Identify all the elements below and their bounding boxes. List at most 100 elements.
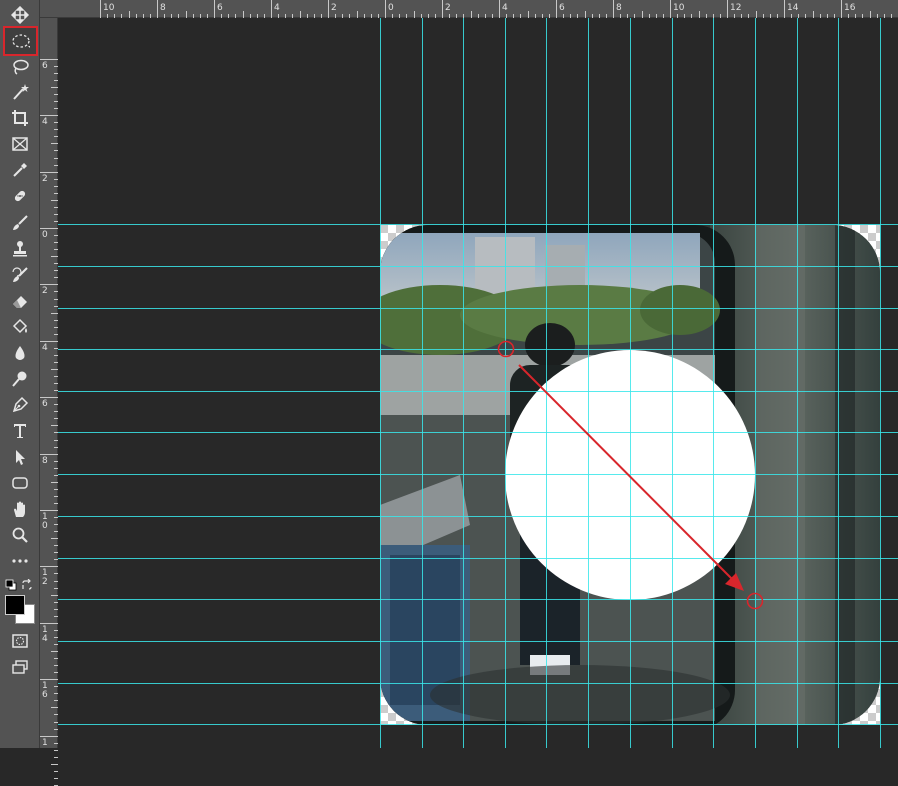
eraser-tool[interactable] [5, 289, 35, 313]
ruler-top-label: 8 [160, 3, 166, 13]
ruler-minor-tick [54, 749, 58, 751]
move-icon [11, 6, 29, 24]
screen-mode-button[interactable] [5, 655, 35, 679]
ruler-minor-tick [51, 369, 58, 370]
ruler-left-label: 4 [42, 117, 48, 128]
ruler-minor-tick [641, 11, 643, 18]
more-tools-button[interactable] [5, 549, 35, 573]
lasso-tool[interactable] [5, 55, 35, 79]
ruler-minor-tick [51, 312, 58, 314]
ruler-left-label: 8 [42, 455, 48, 466]
hand-tool[interactable] [5, 497, 35, 521]
ruler-left-label: 14 [42, 624, 48, 644]
brush-tool[interactable] [5, 211, 35, 235]
ruler-top-label: 10 [103, 3, 115, 13]
ruler-minor-tick [51, 256, 58, 258]
move-tool[interactable] [5, 3, 35, 27]
ruler-major-tick [40, 340, 58, 342]
ruler-top-label: 12 [730, 3, 742, 13]
ruler-major-tick [214, 0, 215, 18]
default-colors-icon [5, 579, 17, 591]
ruler-top-label: 16 [844, 3, 856, 13]
elliptical-marquee-tool[interactable] [3, 26, 38, 56]
ruler-minor-tick [869, 11, 871, 18]
ruler-major-tick [385, 0, 386, 18]
type-tool[interactable] [5, 419, 35, 443]
zoom-tool[interactable] [5, 523, 35, 547]
elliptical-marquee-icon [11, 34, 30, 48]
ruler-major-tick [499, 0, 500, 18]
ruler-left-label: 2 [42, 286, 48, 297]
rounded-rectangle-icon [12, 477, 28, 489]
crop-icon [12, 110, 28, 126]
ruler-top-label: 4 [274, 3, 280, 13]
ruler-minor-tick [185, 11, 187, 18]
ruler-top-label: 6 [559, 3, 565, 13]
ruler-top-label: 2 [331, 3, 337, 13]
ruler-major-tick [40, 679, 58, 681]
drag-end-marker [746, 592, 764, 610]
ruler-major-tick [100, 0, 101, 18]
ruler-left-label: 6 [42, 399, 48, 410]
crop-tool[interactable] [5, 106, 35, 130]
history-brush-tool[interactable] [5, 263, 35, 287]
default-colors-button[interactable] [5, 576, 17, 591]
dodge-tool[interactable] [5, 367, 35, 391]
ruler-minor-tick [51, 425, 58, 427]
ruler-top-label: 2 [445, 3, 451, 13]
path-selection-icon [16, 450, 25, 465]
ruler-left-label: 1 [42, 737, 48, 748]
drag-start-marker [497, 340, 515, 358]
quick-mask-icon [12, 634, 28, 648]
eraser-icon [13, 296, 27, 308]
ruler-minor-tick [242, 11, 244, 18]
drag-annotation [497, 340, 764, 610]
rectangle-tool[interactable] [5, 471, 35, 495]
ruler-major-tick [328, 0, 329, 18]
ruler-top-label: 14 [787, 3, 799, 13]
frame-icon [12, 137, 28, 151]
tools-panel [0, 0, 40, 748]
ruler-minor-tick [51, 594, 58, 596]
ruler-major-tick [271, 0, 272, 18]
more-tools-icon [12, 559, 28, 563]
foreground-color-swatch[interactable] [5, 595, 25, 615]
ruler-major-tick [40, 622, 58, 624]
ruler-minor-tick [698, 11, 700, 18]
healing-brush-tool[interactable] [5, 184, 35, 208]
swap-colors-button[interactable] [21, 576, 33, 590]
paint-bucket-tool[interactable] [5, 315, 35, 339]
ruler-minor-tick [51, 87, 58, 88]
ruler-minor-tick [51, 763, 58, 765]
ruler-minor-tick [356, 11, 358, 18]
clone-stamp-tool[interactable] [5, 237, 35, 261]
ruler-minor-tick [54, 770, 58, 772]
zoom-icon [12, 527, 28, 543]
history-brush-icon [12, 267, 28, 282]
dodge-icon [12, 371, 27, 387]
vertical-ruler[interactable]: 6 4 2 0 2 4 6 8 10 12 14 16 1 [40, 18, 58, 786]
horizontal-ruler[interactable]: 10 8 6 4 2 0 2 4 6 8 10 12 14 16 [40, 0, 898, 18]
brush-icon [13, 215, 28, 230]
ruler-major-tick [442, 0, 443, 18]
ruler-minor-tick [299, 11, 301, 18]
ruler-minor-tick [51, 538, 58, 540]
ruler-minor-tick [51, 651, 58, 652]
frame-tool[interactable] [5, 132, 35, 156]
magic-wand-tool[interactable] [5, 80, 35, 104]
canvas-area[interactable] [58, 18, 898, 748]
quick-mask-button[interactable] [5, 629, 35, 653]
blur-icon [15, 346, 25, 360]
pen-tool[interactable] [5, 393, 35, 417]
ruler-left-label: 4 [42, 342, 48, 353]
ruler-minor-tick [51, 481, 58, 483]
magic-wand-icon [13, 84, 29, 100]
ruler-left-label: 10 [42, 512, 48, 531]
ruler-left-label: 0 [42, 230, 48, 240]
ruler-minor-tick [51, 707, 58, 709]
path-selection-tool[interactable] [5, 445, 35, 469]
ruler-major-tick [556, 0, 557, 18]
ruler-top-label: 8 [616, 3, 622, 13]
blur-tool[interactable] [5, 341, 35, 365]
eyedropper-tool[interactable] [5, 158, 35, 182]
